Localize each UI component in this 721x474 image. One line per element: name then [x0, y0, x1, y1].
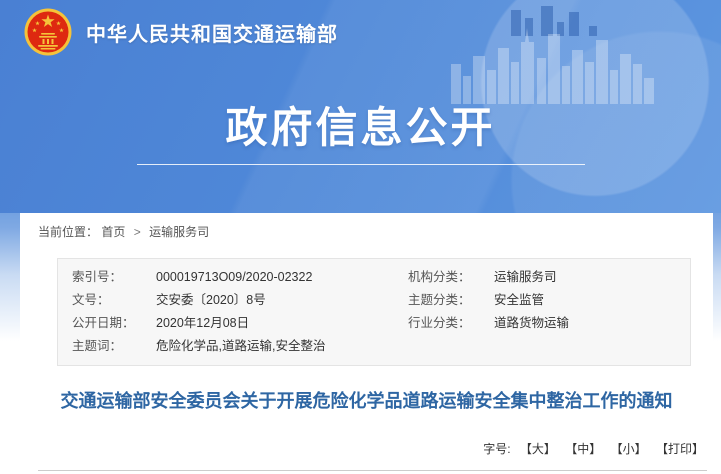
meta-value: 000019713O09/2020-02322 [156, 266, 408, 289]
meta-row-index: 索引号： 000019713O09/2020-02322 机构分类： 运输服务司 [72, 266, 690, 289]
bottom-divider [38, 470, 707, 471]
meta-label: 索引号： [72, 266, 156, 289]
font-size-medium-button[interactable]: 【中】 [565, 442, 601, 456]
breadcrumb: 当前位置： 首页 > 运输服务司 [20, 213, 713, 241]
document-meta-table: 索引号： 000019713O09/2020-02322 机构分类： 运输服务司… [57, 258, 691, 366]
meta-label: 主题词： [72, 335, 156, 358]
brand: 中华人民共和国交通运输部 [24, 8, 338, 56]
font-size-toolbar: 字号: 【大】 【中】 【小】 【打印】 [483, 440, 704, 457]
banner: 中华人民共和国交通运输部 政府信息公开 [0, 0, 721, 213]
font-size-large-button[interactable]: 【大】 [520, 442, 556, 456]
breadcrumb-section-link[interactable]: 运输服务司 [149, 225, 209, 239]
meta-label: 文号： [72, 289, 156, 312]
meta-row-docnumber: 文号： 交安委〔2020〕8号 主题分类： 安全监管 [72, 289, 690, 312]
meta-value: 2020年12月08日 [156, 312, 408, 335]
page: 中华人民共和国交通运输部 政府信息公开 当前位置： 首页 > 运输服务司 索引号… [0, 0, 721, 474]
meta-label: 公开日期： [72, 312, 156, 335]
meta-value: 危险化学品,道路运输,安全整治 [156, 335, 408, 358]
breadcrumb-home-link[interactable]: 首页 [101, 225, 125, 239]
national-emblem-icon [24, 8, 72, 56]
meta-label [408, 335, 494, 358]
meta-row-publish-date: 公开日期： 2020年12月08日 行业分类： 道路货物运输 [72, 312, 690, 335]
breadcrumb-separator: > [134, 225, 141, 239]
page-title: 政府信息公开 [0, 94, 721, 155]
breadcrumb-label: 当前位置： [38, 225, 98, 239]
site-name: 中华人民共和国交通运输部 [86, 18, 338, 47]
meta-value: 运输服务司 [494, 266, 690, 289]
font-size-label: 字号: [483, 442, 510, 456]
print-button[interactable]: 【打印】 [656, 442, 704, 456]
meta-label: 机构分类： [408, 266, 494, 289]
meta-row-keywords: 主题词： 危险化学品,道路运输,安全整治 [72, 335, 690, 358]
meta-value: 道路货物运输 [494, 312, 690, 335]
title-underline [137, 164, 585, 165]
meta-label: 行业分类： [408, 312, 494, 335]
document-title: 交通运输部安全委员会关于开展危险化学品道路运输安全集中整治工作的通知 [48, 388, 685, 414]
font-size-small-button[interactable]: 【小】 [611, 442, 647, 456]
meta-value: 交安委〔2020〕8号 [156, 289, 408, 312]
meta-value [494, 335, 690, 358]
content-panel: 当前位置： 首页 > 运输服务司 索引号： 000019713O09/2020-… [20, 213, 713, 474]
meta-value: 安全监管 [494, 289, 690, 312]
meta-label: 主题分类： [408, 289, 494, 312]
